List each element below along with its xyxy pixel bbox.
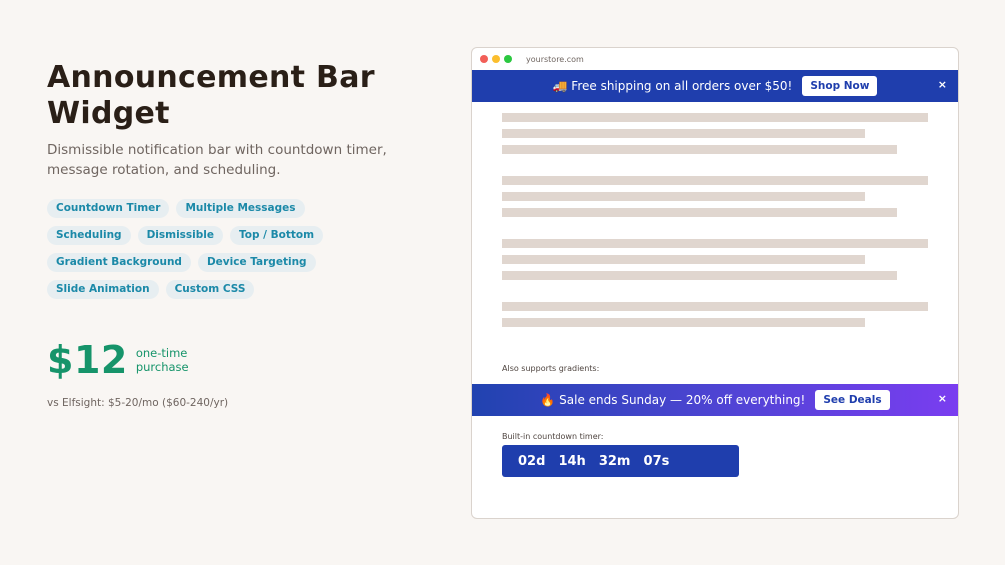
maximize-window-dot — [504, 55, 512, 63]
page-title: Announcement Bar Widget — [47, 60, 375, 131]
close-icon[interactable]: × — [938, 392, 947, 406]
close-window-dot — [480, 55, 488, 63]
countdown-label: Built-in countdown timer: — [502, 432, 604, 441]
price-note: one-time purchase — [136, 346, 189, 374]
shop-now-button[interactable]: Shop Now — [802, 76, 878, 96]
price-note-line2: purchase — [135, 360, 189, 374]
placeholder-line — [502, 271, 897, 280]
page-subtitle: Dismissible notification bar with countd… — [47, 142, 387, 178]
feature-tag: Gradient Background — [47, 253, 191, 272]
price-block: $12 one-time purchase — [47, 337, 387, 383]
price-note-line1: one-time — [135, 346, 188, 360]
placeholder-line — [502, 318, 865, 327]
placeholder-line — [502, 129, 865, 138]
gradient-label: Also supports gradients: — [502, 364, 600, 373]
see-deals-button[interactable]: See Deals — [815, 390, 890, 410]
countdown-section: Built-in countdown timer: 02d 14h 32m 07… — [472, 416, 958, 477]
price-comparison: vs Elfsight: $5-20/mo ($60-240/yr) — [47, 397, 229, 409]
gradient-announcement-bar: 🔥 Sale ends Sunday — 20% off everything!… — [472, 384, 958, 416]
placeholder-line — [502, 192, 865, 201]
feature-tag: Scheduling — [47, 226, 131, 245]
feature-tag: Custom CSS — [165, 280, 255, 299]
placeholder-line — [502, 145, 897, 154]
browser-mockup: yourstore.com 🚚 Free shipping on all ord… — [471, 47, 959, 519]
feature-tag: Dismissible — [137, 226, 224, 245]
feature-tags: Countdown Timer Multiple Messages Schedu… — [47, 199, 387, 299]
announcement-message: 🔥 Sale ends Sunday — 20% off everything! — [540, 393, 806, 407]
placeholder-line — [502, 176, 928, 185]
minimize-window-dot — [492, 55, 500, 63]
placeholder-line — [502, 239, 928, 248]
countdown-timer: 02d 14h 32m 07s — [502, 445, 739, 477]
feature-tag: Countdown Timer — [47, 199, 170, 218]
feature-tag: Slide Animation — [47, 280, 159, 299]
page-content-placeholder: Also supports gradients: — [472, 102, 958, 384]
placeholder-line — [502, 255, 865, 264]
price: $12 — [47, 338, 128, 382]
placeholder-line — [502, 113, 928, 122]
hero-section: Announcement Bar Widget Dismissible noti… — [47, 60, 387, 409]
announcement-bar: 🚚 Free shipping on all orders over $50! … — [472, 70, 958, 102]
countdown-value: 02d 14h 32m 07s — [518, 453, 670, 469]
address-bar-url: yourstore.com — [526, 54, 584, 64]
feature-tag: Multiple Messages — [176, 199, 305, 218]
announcement-message: 🚚 Free shipping on all orders over $50! — [552, 79, 793, 93]
close-icon[interactable]: × — [938, 78, 947, 92]
placeholder-line — [502, 302, 928, 311]
placeholder-line — [502, 208, 897, 217]
browser-chrome: yourstore.com — [472, 48, 958, 70]
feature-tag: Device Targeting — [197, 253, 316, 272]
feature-tag: Top / Bottom — [230, 226, 324, 245]
